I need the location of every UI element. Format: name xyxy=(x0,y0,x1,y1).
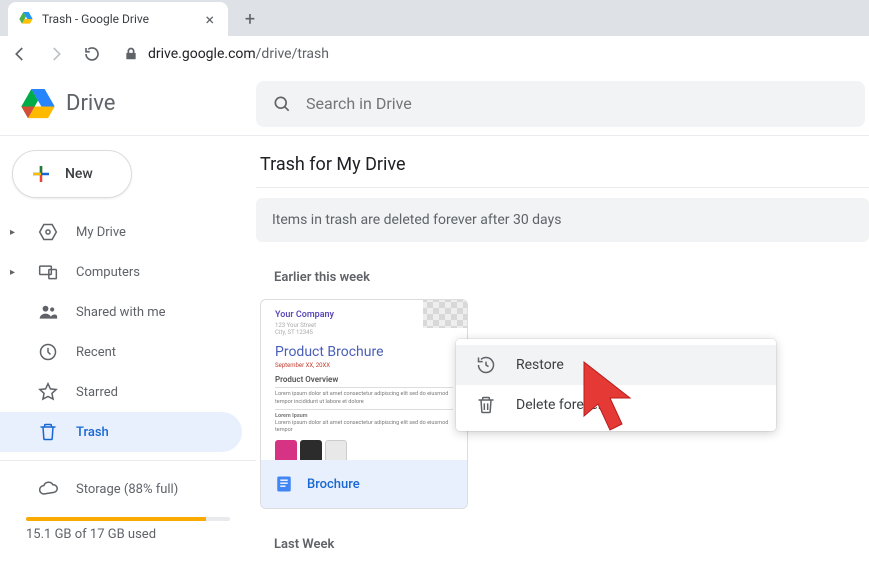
chevron-right-icon[interactable]: ▸ xyxy=(10,267,18,278)
docs-icon xyxy=(275,475,293,493)
new-tab-button[interactable]: + xyxy=(236,5,264,33)
new-button-label: New xyxy=(65,166,93,182)
address-bar: drive.google.com/drive/trash xyxy=(0,36,869,72)
file-card-brochure[interactable]: Your Company 123 Your StreetCity, ST 123… xyxy=(260,299,468,509)
search-icon xyxy=(272,94,292,114)
url-path: /drive/trash xyxy=(256,46,329,62)
drive-logo-icon xyxy=(18,84,58,124)
menu-item-restore[interactable]: Restore xyxy=(456,345,776,385)
checker-corner xyxy=(423,300,467,328)
storage-label: Storage (88% full) xyxy=(76,482,178,497)
chevron-right-icon[interactable]: ▸ xyxy=(10,227,18,238)
sidebar-item-storage[interactable]: Storage (88% full) xyxy=(0,469,242,509)
star-icon xyxy=(38,382,58,402)
storage-fill xyxy=(26,517,206,521)
plus-icon xyxy=(29,162,53,186)
file-footer: Brochure xyxy=(261,460,467,508)
browser-chrome: Trash - Google Drive × + drive.google.co… xyxy=(0,0,869,72)
search-input[interactable] xyxy=(306,94,849,113)
lock-icon xyxy=(124,47,138,61)
file-thumbnail: Your Company 123 Your StreetCity, ST 123… xyxy=(261,300,467,460)
app-name: Drive xyxy=(66,91,115,116)
computers-icon xyxy=(38,262,58,282)
forward-button[interactable] xyxy=(44,42,68,66)
section-label-earlier: Earlier this week xyxy=(274,270,869,285)
sidebar-item-trash[interactable]: Trash xyxy=(0,412,242,452)
menu-item-delete-forever[interactable]: Delete forever xyxy=(456,385,776,425)
sidebar-item-starred[interactable]: Starred xyxy=(0,372,242,412)
shared-icon xyxy=(38,302,58,322)
cloud-icon xyxy=(38,479,58,499)
drive-favicon xyxy=(18,11,34,27)
tab-strip: Trash - Google Drive × + xyxy=(0,0,869,36)
sidebar-item-label: My Drive xyxy=(76,225,126,240)
context-menu: Restore Delete forever xyxy=(456,339,776,431)
tab-close-icon[interactable]: × xyxy=(201,10,218,29)
sidebar-item-my-drive[interactable]: ▸ My Drive xyxy=(0,212,242,252)
sidebar: New ▸ My Drive ▸ Computers Shared with m… xyxy=(0,136,256,563)
sidebar-item-recent[interactable]: Recent xyxy=(0,332,242,372)
section-label-lastweek: Last Week xyxy=(274,537,869,552)
search-box[interactable] xyxy=(256,81,865,127)
drive-logo-area[interactable]: Drive xyxy=(0,84,256,124)
sidebar-item-shared[interactable]: Shared with me xyxy=(0,292,242,332)
menu-item-label: Restore xyxy=(516,357,564,373)
menu-item-label: Delete forever xyxy=(516,397,603,413)
reload-button[interactable] xyxy=(80,42,104,66)
recent-icon xyxy=(38,342,58,362)
url-host: drive.google.com xyxy=(148,46,256,62)
sidebar-item-label: Starred xyxy=(76,385,118,400)
divider xyxy=(0,460,256,461)
tab-title: Trash - Google Drive xyxy=(42,12,149,26)
page-title: Trash for My Drive xyxy=(256,150,869,187)
sidebar-item-label: Recent xyxy=(76,345,116,360)
url-box[interactable]: drive.google.com/drive/trash xyxy=(116,46,861,62)
file-name: Brochure xyxy=(307,477,360,492)
restore-icon xyxy=(476,355,496,375)
drive-header: Drive xyxy=(0,72,869,136)
delete-icon xyxy=(476,395,496,415)
storage-bar xyxy=(26,517,230,521)
info-banner: Items in trash are deleted forever after… xyxy=(256,198,869,242)
sidebar-item-computers[interactable]: ▸ Computers xyxy=(0,252,242,292)
new-button[interactable]: New xyxy=(12,150,132,198)
sidebar-item-label: Shared with me xyxy=(76,305,166,320)
browser-tab[interactable]: Trash - Google Drive × xyxy=(8,2,228,36)
back-button[interactable] xyxy=(8,42,32,66)
sidebar-item-label: Computers xyxy=(76,265,140,280)
divider xyxy=(256,187,869,188)
trash-icon xyxy=(38,422,58,442)
storage-used-text: 15.1 GB of 17 GB used xyxy=(26,527,256,542)
my-drive-icon xyxy=(38,222,58,242)
sidebar-item-label: Trash xyxy=(76,425,109,440)
